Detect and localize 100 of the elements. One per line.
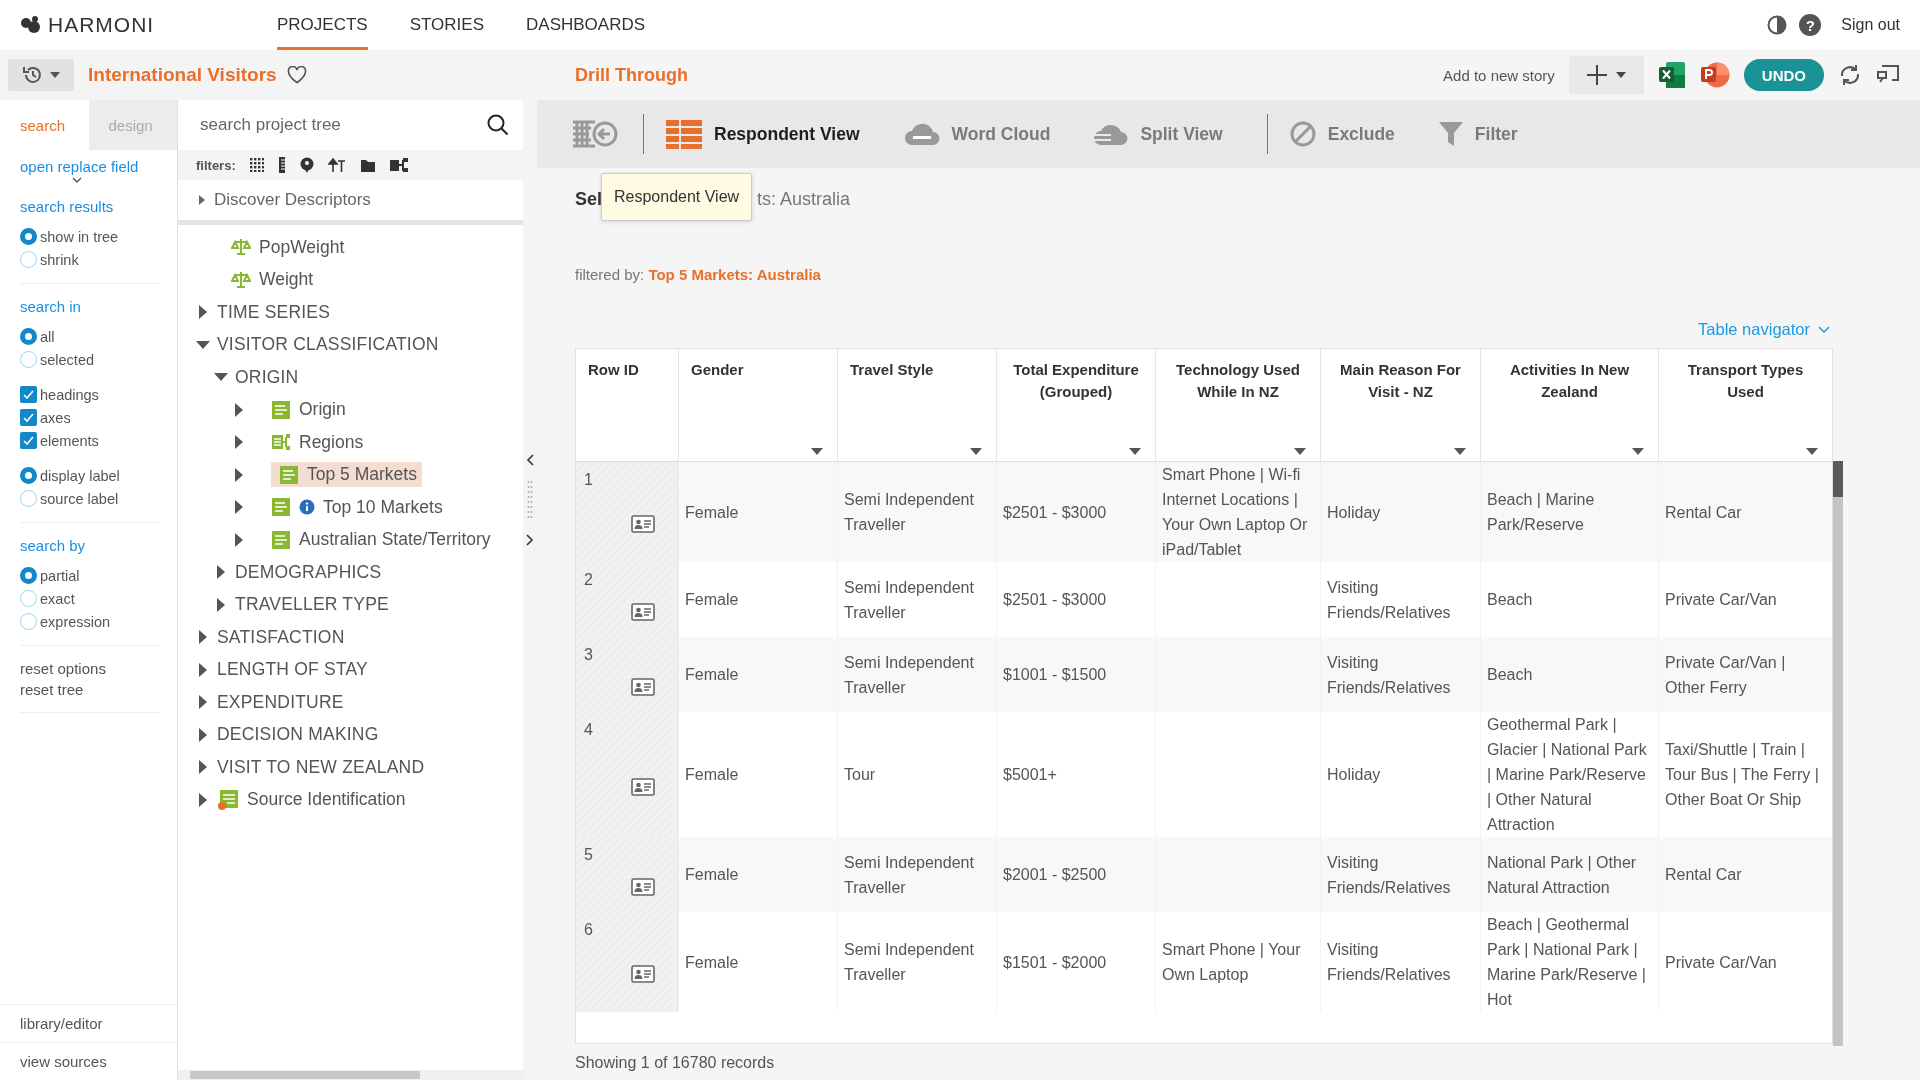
chevron-right-icon[interactable]: [526, 534, 534, 546]
tree-header[interactable]: Discover Descriptors: [214, 190, 371, 210]
table-cell-text: $2501 - $3000: [1003, 502, 1107, 523]
footer-link[interactable]: view sources: [0, 1042, 177, 1080]
ruler-icon[interactable]: [277, 157, 286, 173]
radio-button[interactable]: [20, 467, 37, 484]
search-icon[interactable]: [487, 114, 509, 136]
tree-item[interactable]: VISITOR CLASSIFICATION: [217, 332, 444, 358]
replace-field-link[interactable]: open replace field: [20, 158, 157, 175]
contrast-icon[interactable]: [1767, 15, 1788, 35]
row-id: 1: [584, 470, 594, 490]
heart-icon[interactable]: [286, 66, 307, 84]
toolbar-button[interactable]: Split View: [1094, 122, 1223, 146]
checkbox[interactable]: [20, 432, 37, 449]
table-cell-text: Taxi/Shuttle | Train | Tour Bus | The Ferry | Other Boat Or Ship: [1665, 740, 1820, 810]
tree-item[interactable]: PopWeight: [231, 234, 350, 260]
scrollbar[interactable]: [1833, 461, 1843, 1046]
table-cell-text: $5001+: [1003, 765, 1057, 785]
column-header[interactable]: Transport Types Used: [1658, 349, 1832, 461]
tree-item[interactable]: EXPENDITURE: [217, 689, 349, 715]
tree-item[interactable]: TRAVELLER TYPE: [235, 592, 394, 618]
id-card-icon[interactable]: [631, 515, 655, 533]
radio-button[interactable]: [20, 228, 37, 245]
option-label: axes: [40, 409, 71, 426]
tree-item[interactable]: VISIT TO NEW ZEALAND: [217, 754, 430, 780]
dropdown-caret-icon[interactable]: [1294, 448, 1306, 455]
radio-button[interactable]: [20, 328, 37, 345]
dropdown-caret-icon[interactable]: [970, 448, 982, 455]
dropdown-caret-icon[interactable]: [1632, 448, 1644, 455]
exclude-icon: [1289, 121, 1316, 147]
tree-item[interactable]: TIME SERIES: [217, 299, 336, 325]
reset-link[interactable]: reset tree: [20, 681, 160, 698]
tree-item[interactable]: Top 10 Markets: [271, 494, 448, 520]
plus-icon: [1586, 64, 1609, 86]
radio-button[interactable]: [20, 351, 37, 368]
dropdown-caret-icon[interactable]: [811, 448, 823, 455]
tree-item[interactable]: Australian State/Territory: [271, 527, 496, 553]
view-title: Drill Through: [575, 64, 688, 86]
undo-button[interactable]: UNDO: [1743, 59, 1824, 91]
row-id: 2: [584, 570, 594, 590]
tree-item[interactable]: Weight: [231, 267, 319, 293]
table-cell-text: Geothermal Park | Glacier | National Park | Marine Park/Reserve | Other Natural Attraction: [1487, 715, 1648, 835]
nav-tab[interactable]: STORIES: [409, 0, 484, 50]
folder-icon[interactable]: [359, 157, 376, 173]
checkbox[interactable]: [20, 409, 37, 426]
id-card-icon[interactable]: [631, 965, 655, 983]
help-button[interactable]: ?: [1799, 14, 1822, 36]
tree-item[interactable]: Source Identification: [217, 786, 411, 813]
tree-item[interactable]: Regions: [271, 429, 369, 455]
id-card-icon[interactable]: [631, 777, 655, 796]
radio-button[interactable]: [20, 590, 37, 607]
radio-button[interactable]: [20, 490, 37, 507]
column-header[interactable]: Technology Used While In NZ: [1155, 349, 1320, 461]
chevron-left-icon[interactable]: [526, 454, 534, 466]
dropdown-caret-icon[interactable]: [1129, 448, 1141, 455]
footer-link[interactable]: library/editor: [0, 1004, 177, 1042]
scrollbar[interactable]: [178, 1070, 523, 1080]
presentation-icon[interactable]: [1699, 61, 1730, 89]
id-card-icon[interactable]: [631, 877, 655, 896]
tree-item[interactable]: DECISION MAKING: [217, 722, 384, 748]
tree-item[interactable]: ORIGIN: [235, 364, 304, 390]
id-card-icon[interactable]: [631, 677, 655, 696]
scale-icon: [231, 237, 251, 258]
radio-button[interactable]: [20, 613, 37, 630]
history-button[interactable]: [8, 59, 74, 91]
hierarchy-icon[interactable]: [389, 157, 408, 173]
id-card-icon[interactable]: [631, 602, 655, 621]
search-field[interactable]: search project tree: [198, 114, 487, 136]
reset-link[interactable]: reset options: [20, 660, 160, 677]
chevron-down-icon[interactable]: [72, 177, 82, 184]
tree-item[interactable]: SATISFACTION: [217, 624, 350, 650]
column-header[interactable]: Gender: [678, 349, 837, 461]
dropdown-caret-icon[interactable]: [1806, 448, 1818, 455]
toolbar-button[interactable]: Exclude: [1289, 121, 1395, 147]
column-header[interactable]: Travel Style: [837, 349, 996, 461]
spreadsheet-icon[interactable]: [1657, 61, 1686, 89]
toolbar-button[interactable]: Filter: [1438, 121, 1518, 147]
drag-handle-icon[interactable]: [527, 480, 533, 520]
add-to-story-label: Add to new story: [1443, 66, 1555, 84]
dropdown-caret-icon[interactable]: [1454, 448, 1466, 455]
sign-out-link[interactable]: Sign out: [1841, 16, 1900, 34]
tree-item[interactable]: Top 5 Markets: [271, 462, 422, 488]
column-header[interactable]: Row ID: [576, 349, 678, 461]
grid-icon[interactable]: [249, 158, 264, 172]
nav-tab[interactable]: DASHBOARDS: [526, 0, 646, 50]
tree-item[interactable]: Origin: [271, 397, 351, 423]
radio-button[interactable]: [20, 567, 37, 584]
add-button[interactable]: [1568, 56, 1644, 94]
sort-icon[interactable]: [327, 157, 346, 173]
tree-item[interactable]: DEMOGRAPHICS: [235, 559, 387, 585]
column-header[interactable]: Main Reason For Visit - NZ: [1320, 349, 1480, 461]
column-header[interactable]: Total Expenditure (Grouped): [996, 349, 1155, 461]
radio-button[interactable]: [20, 251, 37, 268]
checkbox[interactable]: [20, 386, 37, 403]
column-header[interactable]: Activities In New Zealand: [1480, 349, 1658, 461]
refresh-icon[interactable]: [1838, 63, 1862, 87]
toolbar-button[interactable]: Word Cloud: [903, 122, 1051, 146]
toolbar-button[interactable]: Respondent View: [666, 119, 860, 149]
tag-icon[interactable]: [299, 157, 314, 173]
tree-item[interactable]: LENGTH OF STAY: [217, 657, 373, 683]
